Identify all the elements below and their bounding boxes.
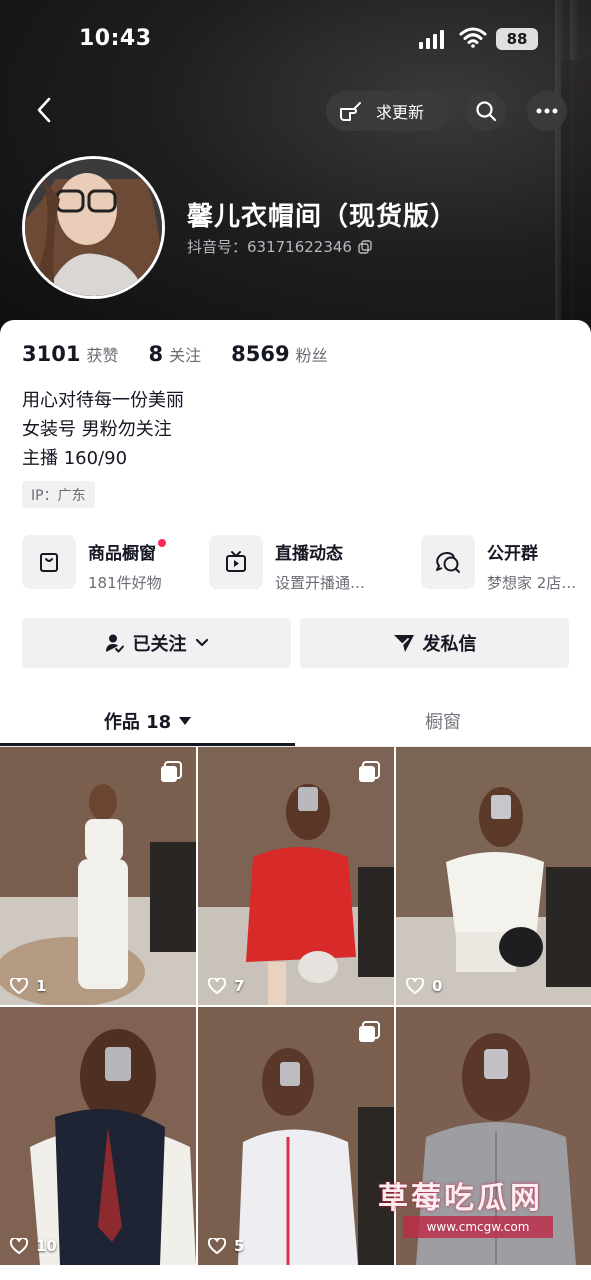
watermark-url: www.cmcgw.com xyxy=(403,1216,553,1238)
post-photo xyxy=(0,1007,196,1265)
following-count[interactable]: 8 xyxy=(148,342,163,366)
tab-showcase-label: 橱窗 xyxy=(425,712,461,733)
post-likes: 10 xyxy=(10,1237,57,1255)
send-icon xyxy=(393,635,414,652)
request-update-button[interactable]: 求更新 xyxy=(326,91,448,131)
likes-label: 获赞 xyxy=(86,346,119,365)
entry-public-group[interactable]: 公开群 梦想家 2店… xyxy=(421,535,577,592)
copy-icon[interactable] xyxy=(358,239,372,254)
send-message-button[interactable]: 发私信 xyxy=(300,618,569,668)
watermark-text: 草莓吃瓜网 xyxy=(378,1181,543,1216)
followers-count[interactable]: 8569 xyxy=(231,342,289,366)
entry-subtitle: 设置开播通… xyxy=(275,574,366,592)
entry-subtitle: 181件好物 xyxy=(88,574,162,592)
heart-icon xyxy=(406,978,424,994)
caret-down-icon xyxy=(179,717,192,725)
heart-icon xyxy=(208,1238,226,1254)
more-button[interactable] xyxy=(527,91,567,131)
profile-name: 馨儿衣帽间（现货版） xyxy=(187,202,458,232)
profile-stats: 3101 获赞 8 关注 8569 粉丝 xyxy=(22,342,328,366)
chevron-left-icon xyxy=(37,97,51,123)
entry-title: 公开群 xyxy=(487,544,538,564)
new-indicator-dot xyxy=(158,539,166,547)
bio-line: 用心对待每一份美丽 xyxy=(22,390,184,411)
followed-button[interactable]: 已关注 xyxy=(22,618,291,668)
bio-line: 主播 160/90 xyxy=(22,448,128,469)
pointing-hand-icon xyxy=(340,102,361,121)
like-count: 1 xyxy=(36,977,47,995)
following-label: 关注 xyxy=(169,346,202,365)
status-time: 10:43 xyxy=(79,26,152,51)
feature-entries: 商品橱窗 181件好物 直播动态 设置开播通… 公开群 梦想家 2店… xyxy=(22,535,591,592)
multi-image-icon xyxy=(359,1021,380,1042)
status-bar: 10:43 88 xyxy=(0,0,591,80)
likes-count[interactable]: 3101 xyxy=(22,342,80,366)
post-photo xyxy=(198,1007,394,1265)
chat-group-icon xyxy=(421,535,475,589)
douyin-id-text: 抖音号：63171622346 xyxy=(187,238,352,256)
heart-icon xyxy=(10,978,28,994)
post-likes: 7 xyxy=(208,977,244,995)
profile-bio: 用心对待每一份美丽 女装号 男粉勿关注 主播 160/90 xyxy=(22,386,184,473)
top-navigation: 求更新 xyxy=(0,88,591,134)
search-button[interactable] xyxy=(466,91,506,131)
cellular-signal-icon xyxy=(419,30,444,49)
content-tabs: 作品 18 橱窗 xyxy=(0,695,591,747)
heart-icon xyxy=(10,1238,28,1254)
tv-icon xyxy=(209,535,263,589)
entry-subtitle: 梦想家 2店… xyxy=(487,574,577,592)
entry-title: 直播动态 xyxy=(275,544,343,564)
more-dots-icon xyxy=(536,108,558,114)
shopping-bag-icon xyxy=(22,535,76,589)
battery-indicator: 88 xyxy=(496,28,538,50)
avatar[interactable] xyxy=(22,156,165,299)
followers-label: 粉丝 xyxy=(295,346,328,365)
bio-line: 女装号 男粉勿关注 xyxy=(22,419,172,440)
like-count: 10 xyxy=(36,1237,57,1255)
wifi-icon xyxy=(459,27,487,48)
post-photo xyxy=(0,747,196,1005)
like-count: 5 xyxy=(234,1237,245,1255)
avatar-photo xyxy=(25,159,162,296)
post-likes: 5 xyxy=(208,1237,244,1255)
request-update-label: 求更新 xyxy=(376,103,425,122)
chevron-down-icon xyxy=(195,638,208,647)
action-buttons: 已关注 发私信 xyxy=(22,618,569,668)
entry-title: 商品橱窗 xyxy=(88,544,156,564)
post-thumbnail[interactable]: 10 xyxy=(0,1007,196,1265)
post-thumbnail[interactable]: 7 xyxy=(198,747,394,1005)
multi-image-icon xyxy=(161,761,182,782)
tab-works-label: 作品 18 xyxy=(103,712,172,733)
multi-image-icon xyxy=(359,761,380,782)
like-count: 7 xyxy=(234,977,245,995)
followed-label: 已关注 xyxy=(132,634,187,655)
post-thumbnail[interactable]: 0 xyxy=(396,747,591,1005)
entry-shop-window[interactable]: 商品橱窗 181件好物 xyxy=(22,535,166,592)
post-photo xyxy=(396,747,591,1005)
post-likes: 0 xyxy=(406,977,442,995)
post-photo xyxy=(198,747,394,1005)
post-thumbnail[interactable]: 5 xyxy=(198,1007,394,1265)
post-thumbnail[interactable]: 1 xyxy=(0,747,196,1005)
tab-showcase[interactable]: 橱窗 xyxy=(295,695,591,747)
search-icon xyxy=(476,101,497,122)
heart-icon xyxy=(208,978,226,994)
back-button[interactable] xyxy=(28,92,60,128)
active-tab-indicator xyxy=(0,743,295,746)
profile-card: 3101 获赞 8 关注 8569 粉丝 用心对待每一份美丽 女装号 男粉勿关注… xyxy=(0,320,591,1280)
post-likes: 1 xyxy=(10,977,46,995)
user-check-icon xyxy=(105,634,124,653)
douyin-id: 抖音号：63171622346 xyxy=(187,236,372,257)
entry-live-updates[interactable]: 直播动态 设置开播通… xyxy=(209,535,366,592)
tab-works[interactable]: 作品 18 xyxy=(0,695,295,747)
message-label: 发私信 xyxy=(422,634,477,655)
like-count: 0 xyxy=(432,977,443,995)
ip-location-tag: IP：广东 xyxy=(22,481,95,508)
